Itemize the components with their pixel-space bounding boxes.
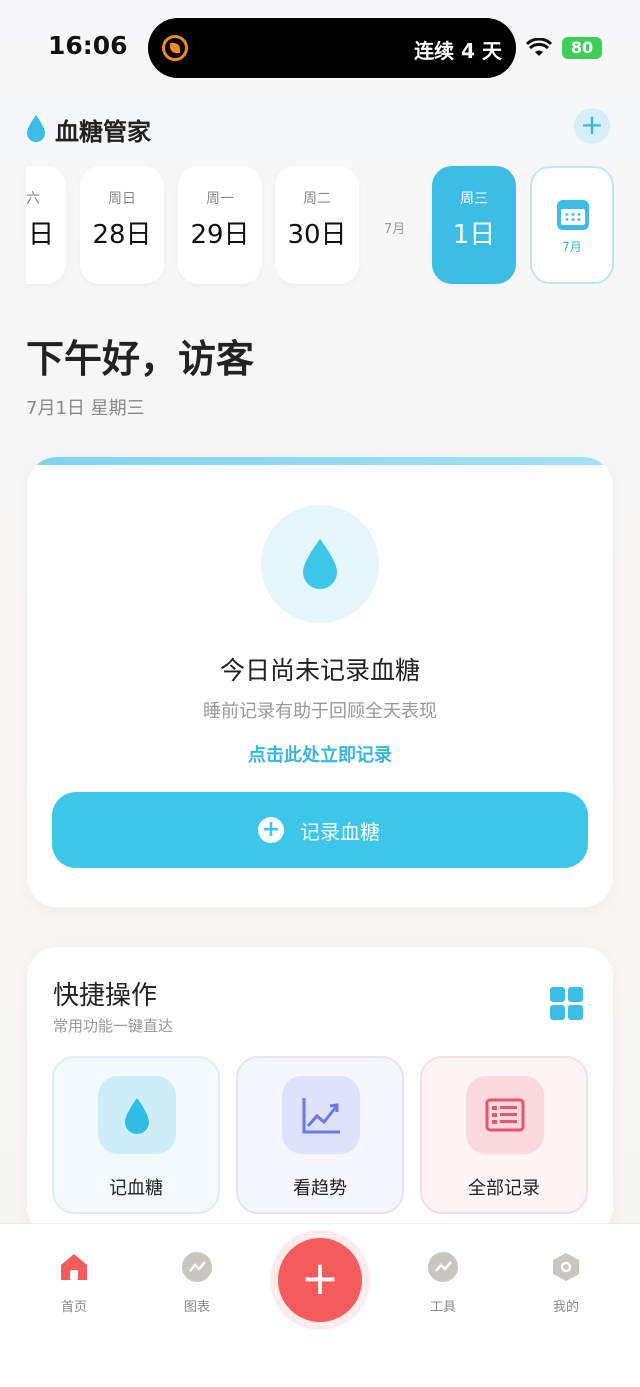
quick-action-label: 全部记录 — [468, 1178, 540, 1199]
card-title: 今日尚未记录血糖 — [219, 656, 420, 685]
date-day: 1日 — [452, 220, 496, 250]
list-record-icon — [466, 1076, 544, 1154]
greeting-title: 下午好，访客 — [26, 337, 255, 381]
grid-icon[interactable] — [550, 987, 584, 1021]
date-card[interactable]: 周一 29日 — [178, 166, 262, 284]
quick-action-label: 记血糖 — [109, 1178, 163, 1199]
nav-label: 工具 — [429, 1300, 456, 1315]
date-card[interactable]: 周日 28日 — [80, 166, 164, 284]
app-header: 血糖管家 + — [0, 98, 640, 162]
card-subtitle: 睡前记录有助于回顾全天表现 — [203, 701, 437, 722]
quick-actions-title: 快捷操作 — [53, 981, 158, 1011]
quick-action-trend[interactable]: 看趋势 — [236, 1056, 404, 1214]
streak-text: 连续 4 天 — [414, 39, 502, 63]
tools-icon — [428, 1252, 458, 1282]
date-weekday: 周三 — [460, 191, 488, 207]
date-day: 28日 — [92, 220, 152, 250]
greeting-date: 7月1日 星期三 — [26, 398, 145, 419]
date-card[interactable]: 六 日 — [26, 166, 66, 284]
calendar-icon — [557, 200, 589, 230]
water-drop-icon — [98, 1076, 176, 1154]
date-day: 日 — [28, 220, 55, 250]
bottom-nav: 首页 图表 + 工具 我的 — [0, 1223, 640, 1387]
water-drop-icon — [27, 115, 45, 142]
date-day: 29日 — [190, 220, 250, 250]
nav-label: 图表 — [183, 1300, 210, 1315]
date-weekday: 周日 — [108, 191, 136, 207]
date-weekday: 六 — [26, 191, 40, 207]
date-weekday: 周二 — [303, 191, 331, 207]
nav-label: 我的 — [552, 1300, 579, 1315]
date-strip[interactable]: 六 日 周日 28日 周一 29日 周二 30日 7月 周三 1日 7月 — [0, 166, 640, 286]
date-card[interactable]: 周二 30日 — [275, 166, 359, 284]
quick-action-all-records[interactable]: 全部记录 — [420, 1056, 588, 1214]
record-status-card: 今日尚未记录血糖 睡前记录有助于回顾全天表现 点击此处立即记录 + 记录血糖 — [27, 457, 613, 907]
record-button-label: 记录血糖 — [300, 820, 380, 844]
app-title: 血糖管家 — [55, 118, 151, 146]
status-time: 16:06 — [48, 31, 128, 60]
calendar-month-label: 7月 — [562, 240, 582, 254]
quick-action-label: 看趋势 — [293, 1178, 347, 1199]
date-day: 30日 — [287, 220, 347, 250]
date-card-selected[interactable]: 周三 1日 — [432, 166, 516, 284]
nav-label: 首页 — [60, 1300, 87, 1315]
add-record-fab[interactable]: + — [278, 1238, 362, 1322]
calendar-button[interactable]: 7月 — [530, 166, 614, 284]
quick-action-record[interactable]: 记血糖 — [52, 1056, 220, 1214]
water-drop-icon — [303, 539, 337, 589]
chart-icon — [182, 1252, 212, 1282]
refresh-icon — [162, 35, 188, 61]
record-glucose-button[interactable]: + 记录血糖 — [52, 792, 588, 868]
drop-badge — [261, 505, 379, 623]
home-icon — [61, 1254, 87, 1280]
wifi-icon — [526, 38, 552, 56]
card-accent-bar — [27, 457, 613, 465]
battery-level: 80 — [570, 38, 594, 57]
date-weekday: 周一 — [206, 191, 234, 207]
battery-indicator: 80 — [562, 37, 602, 59]
month-separator: 7月 — [384, 222, 406, 237]
profile-icon — [553, 1253, 579, 1281]
dynamic-island[interactable]: 连续 4 天 — [148, 18, 516, 78]
quick-actions-card: 快捷操作 常用功能一键直达 记血糖 看趋势 全部记录 — [27, 947, 613, 1237]
status-bar: 16:06 连续 4 天 80 — [0, 0, 640, 95]
quick-actions-subtitle: 常用功能一键直达 — [53, 1017, 174, 1035]
record-now-link[interactable]: 点击此处立即记录 — [27, 741, 613, 767]
add-button[interactable]: + — [574, 108, 610, 144]
trend-chart-icon — [282, 1076, 360, 1154]
plus-circle-icon: + — [258, 817, 284, 843]
